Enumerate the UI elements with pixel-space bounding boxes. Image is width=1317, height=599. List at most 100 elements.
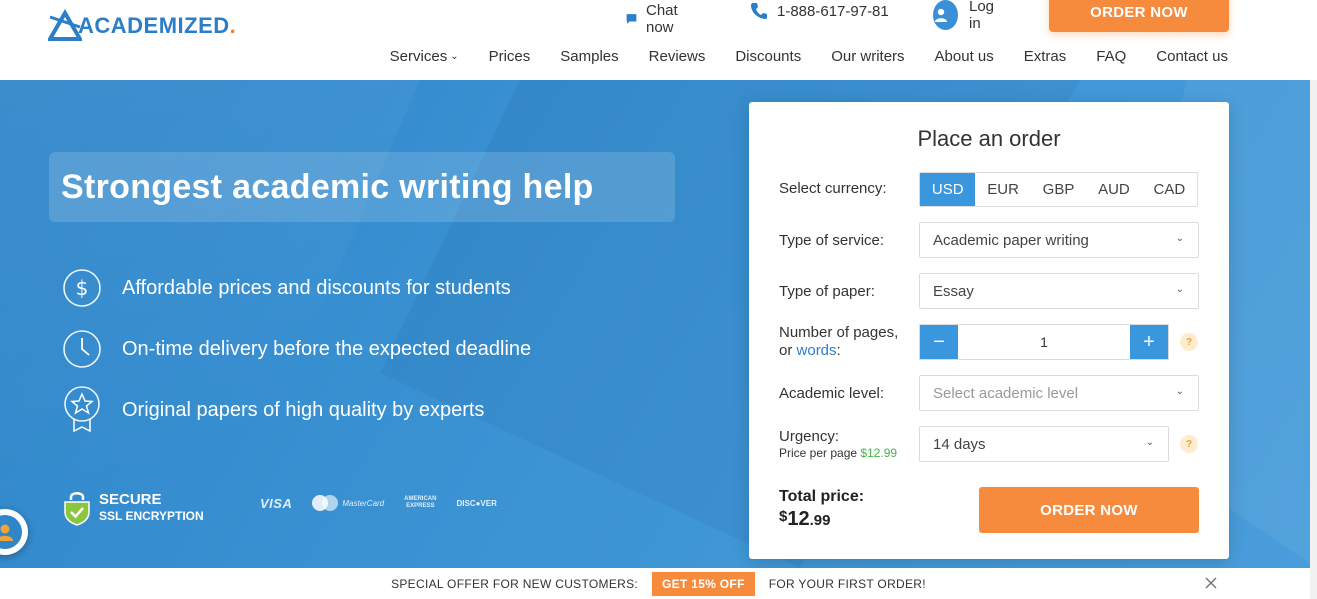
ssl-line-secure: SECURE — [99, 491, 162, 508]
order-now-button[interactable]: ORDER NOW — [979, 487, 1199, 533]
payment-methods: VISA MasterCard AMERICAN EXPRESS DISC●VE… — [260, 495, 497, 511]
header-order-now-button[interactable]: ORDER NOW — [1049, 0, 1229, 32]
site-logo[interactable]: ACADEMIZED. — [48, 8, 236, 44]
ssl-badge: SECURE SSL ENCRYPTION — [63, 490, 204, 526]
pages-stepper: − 1 + — [919, 324, 1169, 360]
site-header: ACADEMIZED. Chat now 1-888-617-97-81 Log… — [0, 0, 1317, 80]
mastercard-circle-icon — [322, 495, 339, 511]
nav-samples[interactable]: Samples — [560, 48, 618, 65]
order-form: Place an order Select currency: USD EUR … — [749, 102, 1229, 559]
close-icon[interactable] — [1204, 576, 1218, 590]
currency-selector: USD EUR GBP AUD CAD — [919, 172, 1198, 207]
nav-services[interactable]: Services ⌄ — [390, 48, 459, 65]
price-per-page: Price per page $12.99 — [779, 445, 897, 461]
discover-logo: DISC●VER — [456, 498, 497, 508]
svg-text:$: $ — [76, 276, 89, 300]
service-select[interactable]: Academic paper writing ⌄ — [919, 222, 1199, 258]
scrollbar[interactable] — [1310, 0, 1317, 599]
nav-discounts[interactable]: Discounts — [735, 48, 801, 65]
pages-decrement-button[interactable]: − — [920, 325, 958, 359]
currency-cad[interactable]: CAD — [1142, 173, 1197, 206]
mastercard-text: MasterCard — [342, 498, 385, 508]
star-badge-icon — [62, 386, 102, 433]
urgency-select[interactable]: 14 days ⌄ — [919, 426, 1169, 462]
login-link[interactable]: Log in — [933, 0, 999, 32]
shield-lock-icon — [64, 492, 90, 526]
clock-icon — [62, 329, 102, 369]
total-dec: .99 — [809, 512, 831, 529]
feature-item: Original papers of high quality by exper… — [62, 386, 531, 433]
logo-mark-icon — [48, 9, 82, 41]
pages-label: Number of pages, or words: — [779, 324, 898, 360]
total-price: $12.99 — [779, 508, 830, 531]
currency-label: Select currency: — [779, 180, 887, 197]
nav-about-us[interactable]: About us — [935, 48, 994, 65]
phone-link[interactable]: 1-888-617-97-81 — [750, 2, 889, 20]
pages-label-or: or — [779, 342, 793, 359]
feature-text: Original papers of high quality by exper… — [122, 398, 485, 421]
nav-faq[interactable]: FAQ — [1096, 48, 1126, 65]
nav-extras[interactable]: Extras — [1024, 48, 1067, 65]
chevron-down-icon: ⌄ — [1175, 233, 1184, 244]
price-per-page-value: $12.99 — [860, 446, 898, 460]
chevron-down-icon: ⌄ — [1145, 437, 1154, 448]
service-value: Academic paper writing — [933, 231, 1089, 249]
total-int: 12 — [787, 508, 810, 530]
currency-eur[interactable]: EUR — [975, 173, 1030, 206]
hero-section: Strongest academic writing help $ Afford… — [0, 80, 1317, 568]
offer-right-text: FOR YOUR FIRST ORDER! — [768, 576, 926, 591]
nav-contact-us[interactable]: Contact us — [1156, 48, 1228, 65]
hero-headline: Strongest academic writing help — [61, 167, 594, 206]
pages-label-line1: Number of pages, — [779, 324, 899, 341]
chat-now-link[interactable]: Chat now — [626, 2, 685, 36]
offer-left-text: SPECIAL OFFER FOR NEW CUSTOMERS: — [391, 576, 639, 591]
pages-value[interactable]: 1 — [958, 325, 1130, 359]
level-placeholder: Select academic level — [933, 384, 1079, 402]
headline-box: Strongest academic writing help — [49, 152, 675, 222]
level-label: Academic level: — [779, 385, 885, 402]
paper-label: Type of paper: — [779, 283, 875, 300]
amex-logo: AMERICAN EXPRESS — [404, 496, 436, 510]
order-form-title: Place an order — [917, 126, 1061, 151]
feature-item: $ Affordable prices and discounts for st… — [62, 268, 531, 308]
price-per-page-label: Price per page — [779, 446, 858, 460]
urgency-label: Urgency: — [779, 428, 840, 445]
service-label: Type of service: — [779, 232, 885, 249]
chevron-down-icon: ⌄ — [1175, 386, 1184, 397]
nav-prices[interactable]: Prices — [489, 48, 531, 65]
pages-label-colon: : — [836, 342, 841, 359]
pages-increment-button[interactable]: + — [1130, 325, 1168, 359]
chevron-down-icon: ⌄ — [450, 51, 459, 62]
mastercard-logo: MasterCard — [312, 495, 384, 511]
special-offer-bar: SPECIAL OFFER FOR NEW CUSTOMERS: GET 15%… — [0, 568, 1317, 599]
feature-text: On-time delivery before the expected dea… — [122, 337, 532, 360]
pages-help-icon[interactable]: ? — [1180, 333, 1198, 351]
visa-logo: VISA — [260, 495, 293, 511]
nav-reviews[interactable]: Reviews — [649, 48, 706, 65]
offer-badge[interactable]: GET 15% OFF — [652, 571, 755, 596]
words-link[interactable]: words — [797, 342, 837, 359]
urgency-label-block: Urgency: Price per page $12.99 — [779, 429, 897, 461]
feature-text: Affordable prices and discounts for stud… — [122, 276, 511, 299]
nav-our-writers[interactable]: Our writers — [831, 48, 904, 65]
urgency-help-icon[interactable]: ? — [1180, 435, 1198, 453]
currency-usd[interactable]: USD — [920, 173, 976, 206]
nav-services-label: Services — [389, 48, 448, 65]
ssl-text: SECURE SSL ENCRYPTION — [99, 491, 204, 525]
logo-dot: . — [229, 13, 236, 38]
academic-level-select[interactable]: Select academic level ⌄ — [919, 375, 1199, 411]
phone-icon — [751, 3, 767, 19]
user-avatar-icon — [933, 0, 958, 30]
paper-select[interactable]: Essay ⌄ — [919, 273, 1199, 309]
currency-aud[interactable]: AUD — [1086, 173, 1141, 206]
pages-label-line2: or words: — [779, 342, 898, 360]
paper-value: Essay — [933, 282, 974, 300]
login-label: Log in — [969, 0, 995, 32]
ssl-line-encryption: SSL ENCRYPTION — [99, 509, 204, 523]
chevron-down-icon: ⌄ — [1175, 284, 1184, 295]
chat-icon — [626, 14, 637, 24]
main-nav: Services ⌄ Prices Samples Reviews Discoun… — [390, 48, 1228, 65]
amex-line2: EXPRESS — [406, 503, 435, 509]
currency-gbp[interactable]: GBP — [1031, 173, 1086, 206]
feature-list: $ Affordable prices and discounts for st… — [62, 268, 531, 451]
